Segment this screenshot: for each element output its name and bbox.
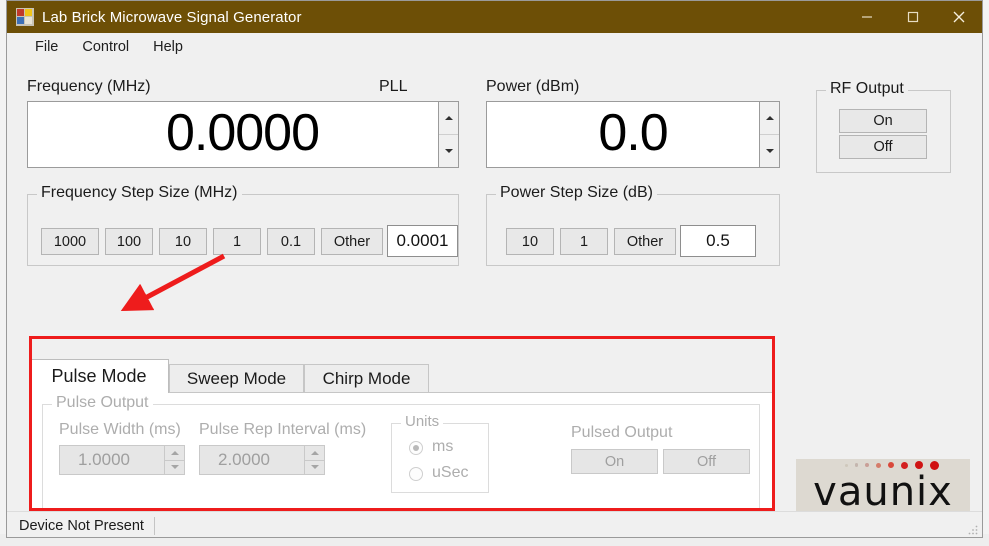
units-group: Units ms uSec (391, 423, 489, 493)
tab-pulse-mode[interactable]: Pulse Mode (29, 359, 169, 393)
frequency-spinner[interactable] (438, 101, 459, 168)
pulse-width-spinner-up[interactable] (165, 446, 184, 461)
status-bar: Device Not Present (7, 511, 982, 538)
power-step-input[interactable]: 0.5 (680, 225, 756, 257)
close-icon[interactable] (936, 1, 982, 33)
tab-chirp-mode[interactable]: Chirp Mode (304, 364, 429, 393)
application-window: Lab Brick Microwave Signal Generator Fil… (6, 0, 983, 538)
units-label-usec: uSec (432, 464, 468, 482)
power-spinner[interactable] (759, 101, 780, 168)
vaunix-wordmark: vaunix (813, 472, 953, 512)
frequency-step-button-1000[interactable]: 1000 (41, 228, 99, 255)
power-label: Power (dBm) (486, 78, 579, 96)
units-label-ms: ms (432, 438, 453, 456)
power-readout[interactable]: 0.0 (486, 101, 780, 168)
menu-item-help[interactable]: Help (141, 36, 195, 58)
frequency-step-title: Frequency Step Size (MHz) (37, 184, 242, 202)
rf-output-on-button[interactable]: On (839, 109, 927, 133)
menu-bar: File Control Help (7, 33, 982, 61)
frequency-readout[interactable]: 0.0000 (27, 101, 458, 168)
frequency-step-button-10[interactable]: 10 (159, 228, 207, 255)
units-radio-usec[interactable] (409, 467, 423, 481)
pulse-rep-interval-spinner[interactable] (304, 445, 325, 475)
frequency-step-button-1[interactable]: 1 (213, 228, 261, 255)
frequency-step-group: Frequency Step Size (MHz) 1000 100 10 1 … (27, 194, 459, 266)
power-step-button-1[interactable]: 1 (560, 228, 608, 255)
status-text: Device Not Present (7, 517, 155, 535)
frequency-step-input[interactable]: 0.0001 (387, 225, 458, 257)
app-grid-icon (16, 8, 34, 26)
frequency-value: 0.0000 (166, 107, 319, 163)
units-radio-ms[interactable] (409, 441, 423, 455)
power-step-group: Power Step Size (dB) 10 1 Other 0.5 (486, 194, 780, 266)
power-spinner-up[interactable] (760, 102, 779, 135)
tab-sweep-mode[interactable]: Sweep Mode (169, 364, 304, 393)
client-area: Frequency (MHz) PLL 0.0000 Power (dBm) 0… (7, 61, 982, 538)
pulse-width-spinner[interactable] (164, 445, 185, 475)
mode-tabstrip: Pulse Mode Sweep Mode Chirp Mode (29, 359, 774, 393)
power-step-button-10[interactable]: 10 (506, 228, 554, 255)
rf-output-group: RF Output On Off (816, 90, 951, 173)
units-title: Units (401, 413, 443, 430)
power-step-title: Power Step Size (dB) (496, 184, 657, 202)
frequency-step-button-0.1[interactable]: 0.1 (267, 228, 315, 255)
power-value: 0.0 (598, 107, 667, 163)
rf-output-off-button[interactable]: Off (839, 135, 927, 159)
title-bar: Lab Brick Microwave Signal Generator (7, 1, 982, 33)
frequency-spinner-up[interactable] (439, 102, 458, 135)
frequency-step-button-other[interactable]: Other (321, 228, 383, 255)
pulse-rep-interval-label: Pulse Rep Interval (ms) (199, 421, 366, 439)
pulse-width-spinner-down[interactable] (165, 461, 184, 475)
pll-label: PLL (379, 78, 407, 96)
window-title: Lab Brick Microwave Signal Generator (42, 9, 302, 26)
resize-grip-icon[interactable] (967, 524, 979, 536)
menu-item-file[interactable]: File (23, 36, 70, 58)
frequency-step-button-100[interactable]: 100 (105, 228, 153, 255)
pulse-rep-interval-spinner-down[interactable] (305, 461, 324, 475)
menu-item-control[interactable]: Control (70, 36, 141, 58)
window-controls (844, 1, 982, 33)
pulsed-output-off-button[interactable]: Off (663, 449, 750, 474)
maximize-icon[interactable] (890, 1, 936, 33)
pulse-width-label: Pulse Width (ms) (59, 421, 181, 439)
pulse-rep-interval-spinner-up[interactable] (305, 446, 324, 461)
pulsed-output-on-button[interactable]: On (571, 449, 658, 474)
pulsed-output-title: Pulsed Output (571, 424, 672, 442)
rf-output-title: RF Output (826, 80, 908, 98)
power-step-button-other[interactable]: Other (614, 228, 676, 255)
frequency-spinner-down[interactable] (439, 135, 458, 167)
minimize-icon[interactable] (844, 1, 890, 33)
pulse-output-title: Pulse Output (52, 394, 153, 412)
frequency-label: Frequency (MHz) (27, 78, 151, 96)
power-spinner-down[interactable] (760, 135, 779, 167)
